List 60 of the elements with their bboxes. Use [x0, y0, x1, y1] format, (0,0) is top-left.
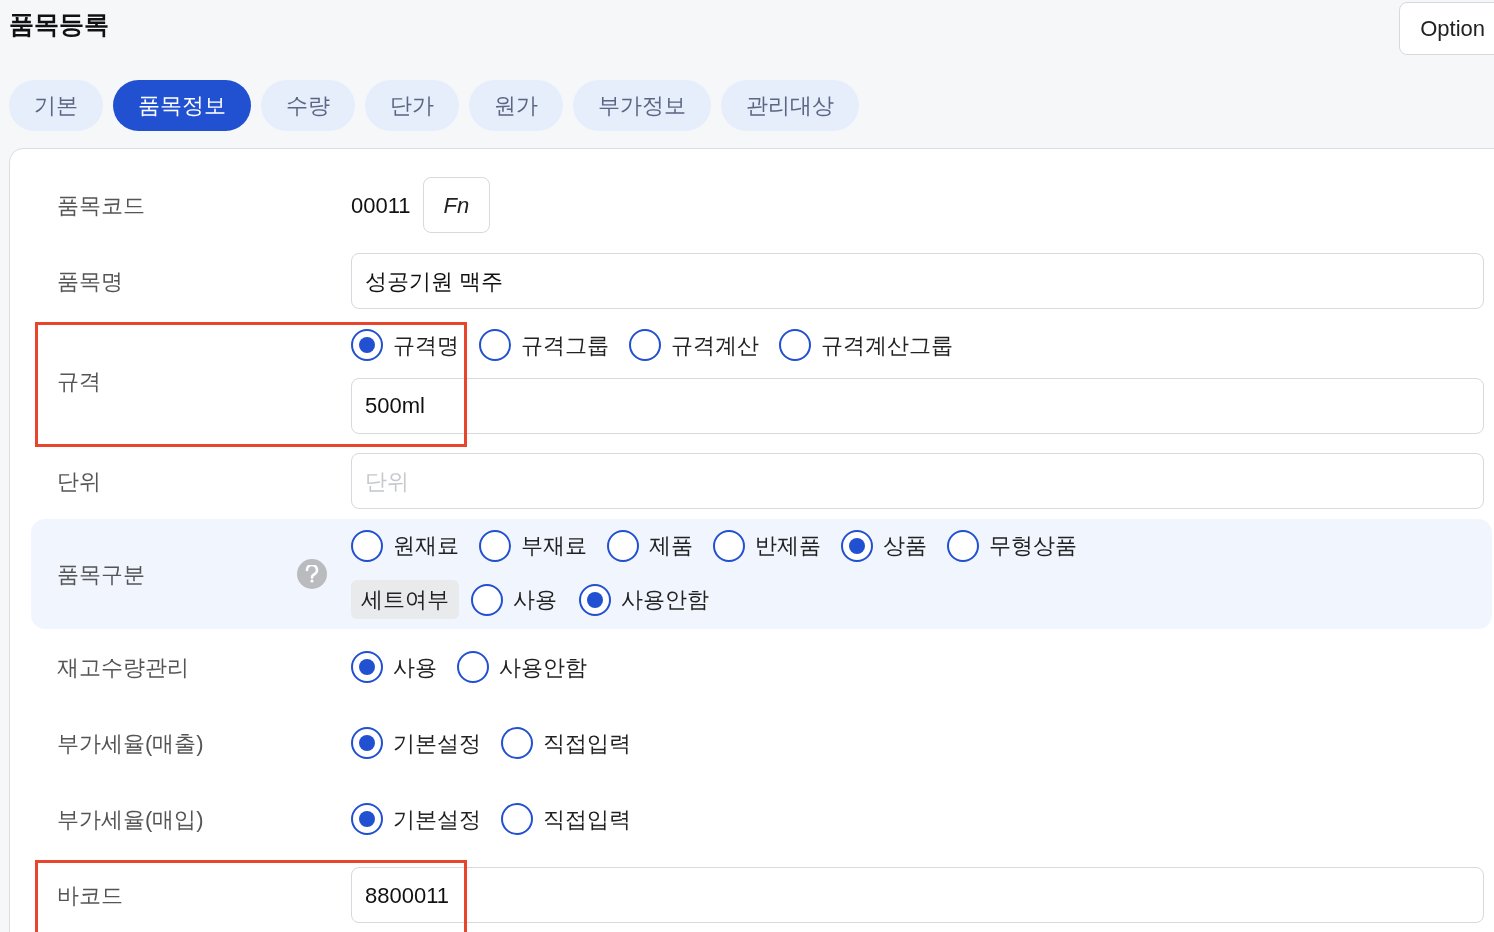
tab[interactable]: 부가정보 — [573, 80, 711, 131]
field-label: 재고수량관리 — [57, 653, 189, 682]
radio-option[interactable]: 직접입력 — [501, 802, 631, 836]
field-label: 단위 — [57, 467, 101, 496]
tab[interactable]: 관리대상 — [721, 80, 859, 131]
tab[interactable]: 원가 — [469, 80, 563, 131]
field-label: 품목코드 — [57, 191, 145, 220]
radio-option[interactable]: 제품 — [607, 529, 693, 562]
radio-button[interactable] — [607, 529, 639, 562]
radio-option[interactable]: 반제품 — [713, 529, 821, 562]
radio-option[interactable]: 사용 — [351, 650, 437, 684]
radio-option[interactable]: 기본설정 — [351, 726, 481, 760]
item-code: 00011 — [351, 191, 411, 220]
field-label: 부가세율(매출) — [57, 729, 204, 758]
radio-button[interactable] — [479, 529, 511, 562]
radio-button[interactable] — [629, 329, 661, 361]
radio-button[interactable] — [841, 529, 873, 562]
radio-button[interactable] — [501, 727, 533, 759]
radio-option[interactable]: 사용 — [471, 583, 557, 616]
radio-option[interactable]: 규격계산 — [629, 328, 759, 362]
tab[interactable]: 단가 — [365, 80, 459, 131]
radio-button[interactable] — [479, 329, 511, 361]
radio-option[interactable]: 사용안함 — [579, 583, 709, 616]
radio-option[interactable]: 원재료 — [351, 529, 459, 562]
radio-button[interactable] — [351, 803, 383, 835]
field-label: 바코드 — [57, 881, 123, 910]
radio-option[interactable]: 규격그룹 — [479, 328, 609, 362]
field-label: 규격 — [57, 367, 101, 396]
text-field[interactable]: 8800011 — [351, 867, 1484, 923]
radio-button[interactable] — [471, 583, 503, 616]
radio-button[interactable] — [579, 583, 611, 616]
radio-option[interactable]: 무형상품 — [947, 529, 1077, 562]
radio-button[interactable] — [351, 329, 383, 361]
radio-option[interactable]: 부재료 — [479, 529, 587, 562]
text-field[interactable]: 500ml — [351, 377, 1484, 434]
set-label: 세트여부 — [351, 580, 459, 619]
tab[interactable]: 수량 — [261, 80, 355, 131]
radio-option[interactable]: 사용안함 — [457, 650, 587, 684]
function-button[interactable]: Fn — [422, 177, 491, 233]
tab[interactable]: 품목정보 — [113, 80, 251, 131]
tab[interactable]: 기본 — [9, 80, 103, 131]
radio-button[interactable] — [351, 529, 383, 562]
radio-button[interactable] — [351, 727, 383, 759]
radio-option[interactable]: 규격계산그룹 — [779, 328, 953, 362]
field-label: 품목명 — [57, 267, 123, 296]
radio-button[interactable] — [457, 651, 489, 683]
radio-option[interactable]: 상품 — [841, 529, 927, 562]
field-label: 부가세율(매입) — [57, 805, 204, 834]
radio-option[interactable]: 직접입력 — [501, 726, 631, 760]
option-button[interactable]: Option — [1399, 2, 1494, 55]
radio-button[interactable] — [947, 529, 979, 562]
radio-button[interactable] — [713, 529, 745, 562]
radio-option[interactable]: 기본설정 — [351, 802, 481, 836]
radio-button[interactable] — [351, 651, 383, 683]
radio-button[interactable] — [501, 803, 533, 835]
page-title: 품목등록 — [9, 9, 109, 40]
text-field[interactable]: 성공기원 맥주 — [351, 253, 1484, 309]
radio-option[interactable]: 규격명 — [351, 328, 459, 362]
radio-button[interactable] — [779, 329, 811, 361]
field-label: 품목구분 — [57, 560, 145, 589]
